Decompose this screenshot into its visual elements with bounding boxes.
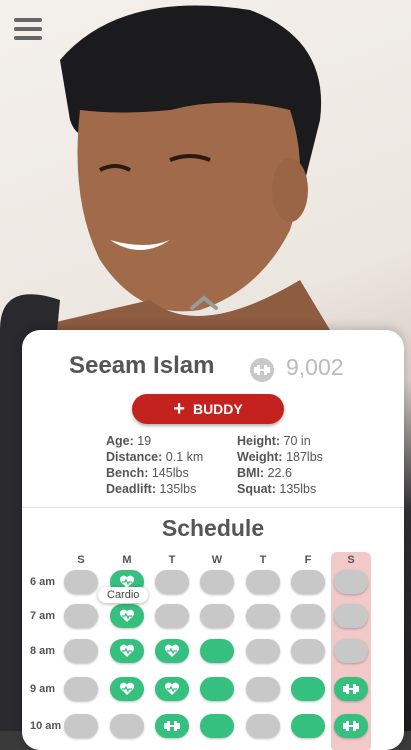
stat-height: Height: 70 in [237, 434, 311, 448]
profile-card: Seeam Islam 9,002 + BUDDY Age: 19 Distan… [22, 330, 404, 750]
empty-slot[interactable] [64, 570, 98, 594]
cardio-slot[interactable] [155, 677, 189, 701]
empty-slot[interactable] [291, 604, 325, 628]
day-header: T [168, 554, 176, 566]
stats-right: Height: 70 in Weight: 187lbs BMI: 22.6 S… [237, 433, 323, 497]
day-header: S [347, 554, 355, 566]
chevron-up-icon[interactable] [189, 294, 219, 310]
day-header: W [211, 554, 223, 566]
empty-slot[interactable] [155, 570, 189, 594]
heart-icon [164, 682, 180, 695]
empty-slot[interactable] [64, 714, 98, 738]
time-label: 8 am [30, 645, 56, 657]
strength-slot[interactable] [334, 677, 368, 701]
time-label: 9 am [30, 683, 56, 695]
add-buddy-button[interactable]: + BUDDY [132, 394, 284, 424]
cardio-slot[interactable] [155, 639, 189, 663]
time-label: 7 am [30, 610, 56, 622]
cardio-tooltip: Cardio [98, 587, 149, 603]
stat-weight: Weight: 187lbs [237, 450, 323, 464]
empty-slot[interactable] [200, 570, 234, 594]
empty-slot[interactable] [64, 639, 98, 663]
stats-left: Age: 19 Distance: 0.1 km Bench: 145lbs D… [106, 433, 203, 497]
cardio-slot[interactable] [110, 677, 144, 701]
day-header: T [259, 554, 267, 566]
schedule-title: Schedule [161, 515, 265, 541]
empty-slot[interactable] [246, 714, 280, 738]
empty-slot[interactable] [64, 677, 98, 701]
stat-deadlift: Deadlift: 135lbs [106, 482, 197, 496]
divider [22, 507, 404, 508]
empty-slot[interactable] [334, 570, 368, 594]
heart-icon [119, 609, 135, 622]
empty-slot[interactable] [291, 639, 325, 663]
empty-slot[interactable] [246, 639, 280, 663]
active-slot[interactable] [291, 677, 325, 701]
heart-icon [119, 644, 135, 657]
empty-slot[interactable] [64, 604, 98, 628]
empty-slot[interactable] [334, 639, 368, 663]
buddy-button-label: BUDDY [192, 401, 243, 417]
profile-name: Seeam Islam [69, 352, 215, 379]
stat-squat: Squat: 135lbs [237, 482, 317, 496]
active-slot[interactable] [200, 677, 234, 701]
empty-slot[interactable] [246, 570, 280, 594]
points-count: 9,002 [286, 354, 344, 380]
empty-slot[interactable] [246, 604, 280, 628]
active-slot[interactable] [291, 714, 325, 738]
empty-slot[interactable] [246, 677, 280, 701]
cardio-slot[interactable] [110, 639, 144, 663]
empty-slot[interactable] [200, 604, 234, 628]
day-header: M [122, 554, 132, 566]
stat-bench: Bench: 145lbs [106, 466, 189, 480]
cardio-slot[interactable] [110, 604, 144, 628]
day-header: S [77, 554, 85, 566]
empty-slot[interactable] [291, 570, 325, 594]
stat-age: Age: 19 [106, 434, 152, 448]
active-slot[interactable] [200, 639, 234, 663]
empty-slot[interactable] [155, 604, 189, 628]
time-label: 10 am [30, 720, 62, 732]
stat-bmi: BMI: 22.6 [237, 466, 292, 480]
stat-distance: Distance: 0.1 km [106, 450, 204, 464]
hamburger-menu-icon[interactable] [14, 18, 42, 42]
time-label: 6 am [30, 576, 56, 588]
plus-icon: + [173, 398, 185, 420]
strength-slot[interactable] [155, 714, 189, 738]
day-header: F [304, 554, 312, 566]
heart-icon [119, 682, 135, 695]
empty-slot[interactable] [334, 604, 368, 628]
empty-slot[interactable] [110, 714, 144, 738]
strength-slot[interactable] [334, 714, 368, 738]
active-slot[interactable] [200, 714, 234, 738]
dumbbell-coin-icon [250, 358, 274, 382]
heart-icon [164, 644, 180, 657]
dumbbell-icon [343, 684, 359, 694]
